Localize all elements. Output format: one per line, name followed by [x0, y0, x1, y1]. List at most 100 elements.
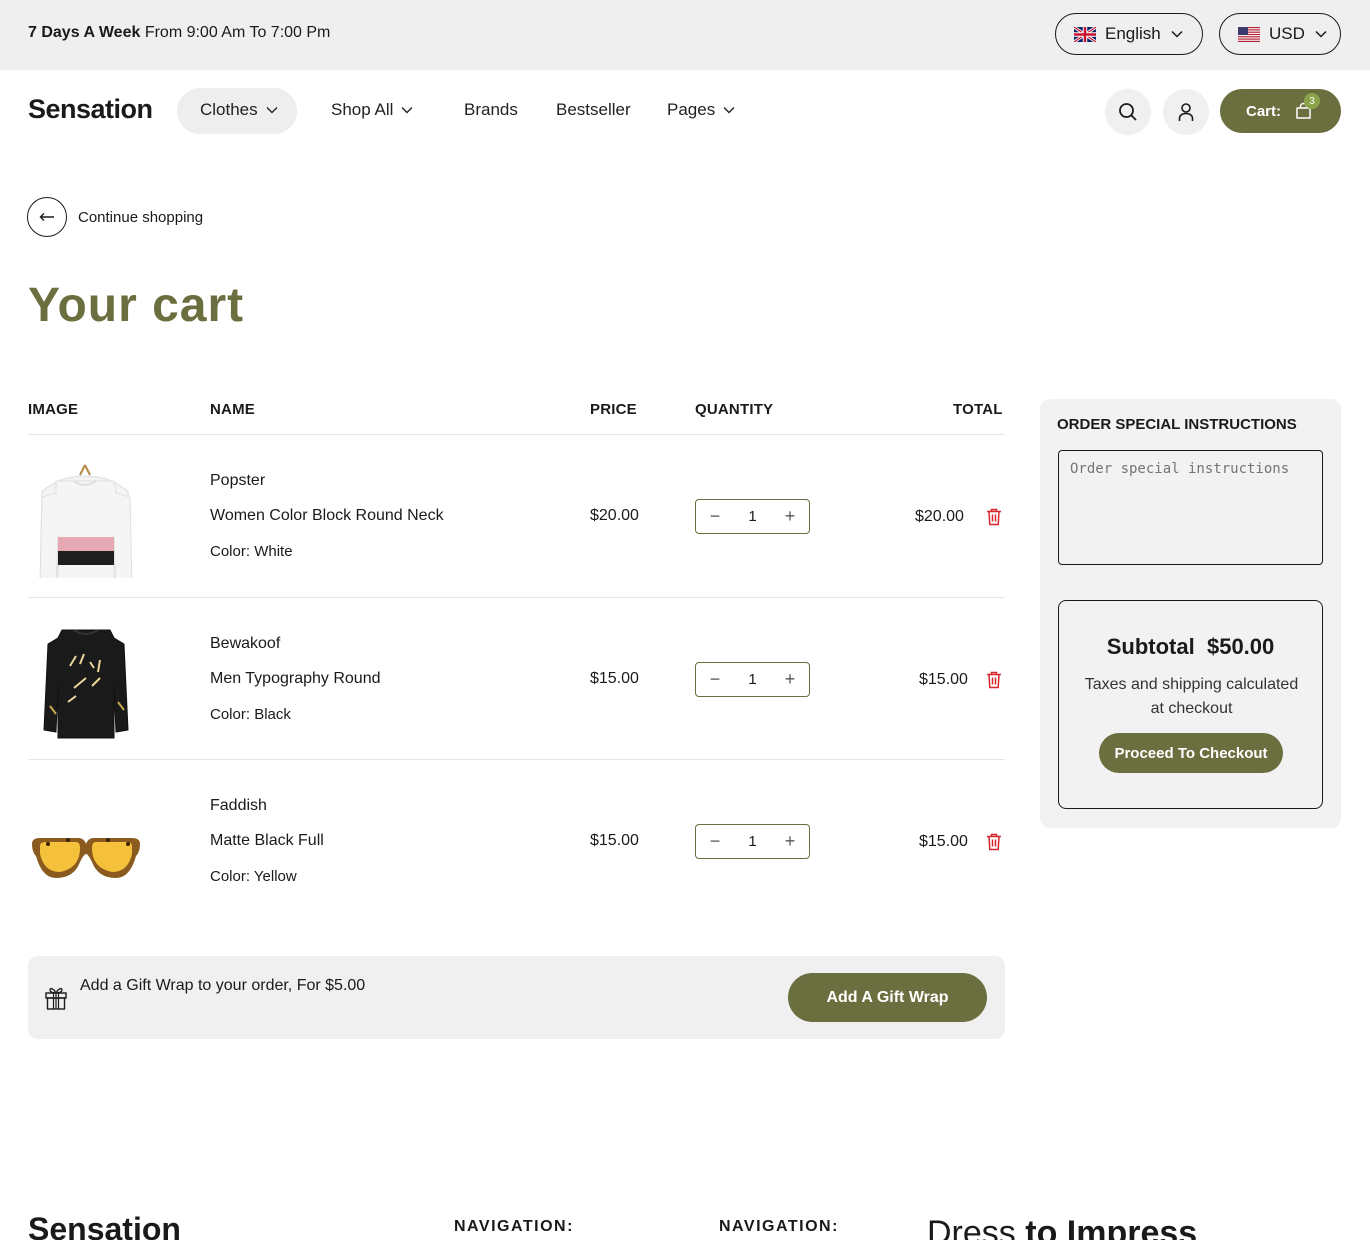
- store-hours-days: 7 Days A Week: [28, 24, 141, 41]
- top-bar: 7 Days A Week From 9:00 Am To 7:00 Pm En…: [0, 0, 1370, 70]
- color-value: Yellow: [253, 868, 297, 885]
- account-button[interactable]: [1163, 89, 1209, 135]
- line-total: $20.00: [915, 508, 964, 525]
- taxes-note: Taxes and shipping calculated at checkou…: [1084, 676, 1299, 717]
- search-button[interactable]: [1105, 89, 1151, 135]
- trash-icon[interactable]: [986, 508, 1002, 526]
- product-brand[interactable]: Popster: [210, 472, 265, 490]
- line-total: $15.00: [919, 671, 968, 688]
- nav-item-bestseller[interactable]: Bestseller: [556, 100, 631, 120]
- instructions-title: ORDER SPECIAL INSTRUCTIONS: [1057, 416, 1297, 433]
- nav-item-clothes[interactable]: Clothes: [200, 100, 278, 120]
- continue-shopping-label: Continue shopping: [78, 208, 204, 226]
- order-summary-panel: ORDER SPECIAL INSTRUCTIONS Subtotal $50.…: [1040, 399, 1341, 828]
- column-header-name: NAME: [210, 401, 255, 418]
- quantity-value[interactable]: 1: [748, 508, 756, 525]
- product-image-sunglasses: [32, 838, 140, 878]
- color-label: Color:: [210, 868, 251, 885]
- nav-label: Shop All: [331, 100, 394, 119]
- gift-icon: [45, 987, 67, 1010]
- nav-item-pages[interactable]: Pages: [667, 100, 735, 120]
- quantity-stepper: − 1 +: [695, 499, 810, 534]
- page-title: Your cart: [28, 279, 245, 332]
- gift-wrap-banner: Add a Gift Wrap to your order, For $5.00…: [28, 956, 1005, 1039]
- search-icon: [1119, 103, 1137, 121]
- chevron-down-icon: [1171, 30, 1183, 38]
- user-icon: [1178, 103, 1194, 121]
- product-price: $15.00: [590, 670, 639, 687]
- product-color: Color: White: [210, 543, 293, 560]
- us-flag-icon: [1238, 26, 1260, 42]
- nav-label: Pages: [667, 100, 716, 119]
- trash-icon[interactable]: [986, 671, 1002, 689]
- cart-row: Faddish Matte Black Full Color: Yellow $…: [28, 760, 1005, 922]
- product-image-sweatshirt: [39, 464, 133, 578]
- proceed-to-checkout-button[interactable]: Proceed To Checkout: [1099, 733, 1283, 773]
- product-price: $20.00: [590, 507, 639, 524]
- add-gift-wrap-button[interactable]: Add A Gift Wrap: [788, 973, 987, 1022]
- minus-icon[interactable]: −: [708, 669, 722, 690]
- footer-tagline: Dress to Impress: [927, 1214, 1197, 1240]
- product-image-sweatshirt: [43, 629, 129, 739]
- uk-flag-icon: [1074, 26, 1096, 42]
- product-name[interactable]: Men Typography Round: [210, 670, 380, 688]
- plus-icon[interactable]: +: [783, 831, 797, 852]
- cart-button[interactable]: Cart: 3: [1220, 89, 1341, 133]
- order-instructions-input[interactable]: [1058, 450, 1323, 565]
- product-price: $15.00: [590, 832, 639, 849]
- cart-row: Bewakoof Men Typography Round Color: Bla…: [28, 598, 1005, 760]
- tagline-emphasis: to Impress: [1025, 1214, 1198, 1240]
- color-label: Color:: [210, 706, 251, 723]
- minus-icon[interactable]: −: [708, 506, 722, 527]
- subtotal: Subtotal $50.00: [1059, 634, 1322, 660]
- store-hours-time: From 9:00 Am To 7:00 Pm: [144, 24, 331, 41]
- chevron-down-icon: [401, 107, 413, 114]
- nav-item-brands[interactable]: Brands: [464, 100, 518, 120]
- product-color: Color: Yellow: [210, 868, 297, 885]
- color-value: Black: [254, 706, 291, 723]
- product-brand[interactable]: Faddish: [210, 797, 267, 815]
- nav-label: Clothes: [200, 100, 258, 119]
- footer-nav-heading: NAVIGATION:: [719, 1218, 839, 1235]
- quantity-stepper: − 1 +: [695, 662, 810, 697]
- column-header-quantity: QUANTITY: [695, 401, 774, 418]
- gift-wrap-text: Add a Gift Wrap to your order, For $5.00: [80, 977, 366, 994]
- arrow-left-icon: [27, 197, 67, 237]
- product-name[interactable]: Matte Black Full: [210, 832, 324, 850]
- column-header-total: TOTAL: [953, 401, 1003, 418]
- currency-label: USD: [1269, 24, 1305, 43]
- chevron-down-icon: [723, 107, 735, 114]
- subtotal-label: Subtotal: [1106, 634, 1195, 659]
- color-label: Color:: [210, 543, 251, 560]
- language-label: English: [1105, 24, 1161, 43]
- chevron-down-icon: [266, 107, 278, 114]
- chevron-down-icon: [1315, 30, 1327, 38]
- trash-icon[interactable]: [986, 833, 1002, 851]
- footer-nav-heading: NAVIGATION:: [454, 1218, 574, 1235]
- site-logo[interactable]: Sensation: [28, 94, 153, 125]
- cart-count-badge: 3: [1304, 93, 1320, 109]
- quantity-value[interactable]: 1: [748, 671, 756, 688]
- language-selector[interactable]: English: [1055, 13, 1203, 55]
- product-color: Color: Black: [210, 706, 291, 723]
- subtotal-value: $50.00: [1206, 634, 1275, 659]
- subtotal-box: Subtotal $50.00 Taxes and shipping calcu…: [1058, 600, 1323, 809]
- quantity-stepper: − 1 +: [695, 824, 810, 859]
- plus-icon[interactable]: +: [783, 506, 797, 527]
- product-brand[interactable]: Bewakoof: [210, 635, 280, 653]
- cart-row: Popster Women Color Block Round Neck Col…: [28, 435, 1005, 597]
- tagline-part: Dress: [927, 1214, 1016, 1240]
- nav-label: Brands: [464, 100, 518, 119]
- minus-icon[interactable]: −: [708, 831, 722, 852]
- plus-icon[interactable]: +: [783, 669, 797, 690]
- quantity-value[interactable]: 1: [748, 833, 756, 850]
- footer-logo[interactable]: Sensation: [28, 1211, 181, 1240]
- line-total: $15.00: [919, 833, 968, 850]
- nav-item-shop-all[interactable]: Shop All: [331, 100, 413, 120]
- currency-selector[interactable]: USD: [1219, 13, 1341, 55]
- nav-label: Bestseller: [556, 100, 631, 119]
- color-value: White: [254, 543, 293, 560]
- store-hours: 7 Days A Week From 9:00 Am To 7:00 Pm: [28, 24, 330, 42]
- continue-shopping-link[interactable]: Continue shopping: [27, 197, 203, 237]
- product-name[interactable]: Women Color Block Round Neck: [210, 507, 444, 525]
